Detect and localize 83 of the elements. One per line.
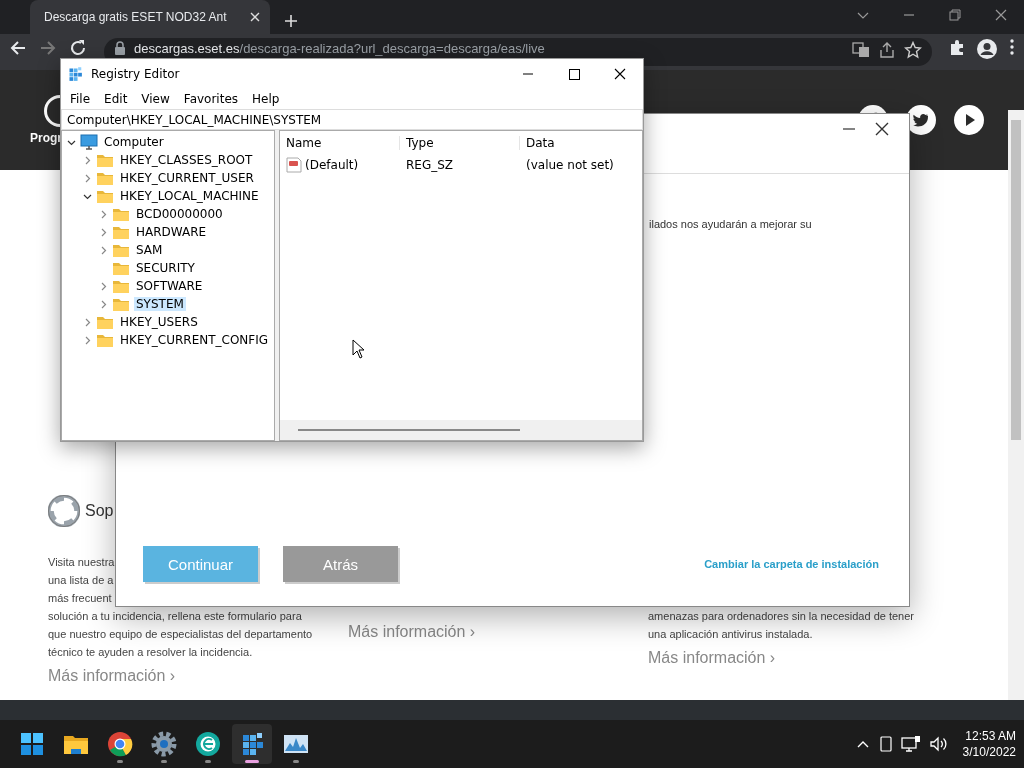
table-cell-text: REG_SZ bbox=[405, 158, 455, 172]
share-icon[interactable] bbox=[878, 41, 896, 59]
menu-item[interactable]: File bbox=[63, 92, 98, 106]
text-line: una aplicación antivirus instalada. bbox=[648, 627, 813, 642]
tree-item[interactable]: SYSTEM bbox=[134, 297, 186, 311]
tablet-icon[interactable] bbox=[878, 736, 893, 752]
scroll-thumb[interactable] bbox=[1011, 120, 1021, 440]
folder-icon bbox=[96, 314, 114, 330]
scroll-thumb[interactable] bbox=[298, 429, 520, 431]
text-line: que nuestro equipo de especialistas del departamento bbox=[48, 627, 313, 642]
text-line: una lista de a bbox=[48, 573, 114, 588]
address-field[interactable]: Computer\HKEY_LOCAL_MACHINE\SYSTEM bbox=[61, 109, 643, 130]
lifebuoy-icon bbox=[48, 495, 80, 527]
plus-icon[interactable] bbox=[284, 14, 298, 28]
menu-item[interactable]: Help bbox=[245, 92, 287, 106]
more-info-link[interactable]: Más información › bbox=[48, 667, 176, 685]
tree-item[interactable]: HKEY_LOCAL_MACHINE bbox=[118, 189, 261, 203]
tree-item[interactable]: HKEY_USERS bbox=[118, 315, 200, 329]
text-line: Visita nuestra bbox=[48, 555, 115, 570]
close-icon[interactable] bbox=[875, 122, 889, 136]
folder-icon bbox=[112, 224, 130, 240]
menu-item[interactable]: View bbox=[134, 92, 177, 106]
more-info-link[interactable]: Más información › bbox=[348, 623, 476, 641]
logo-text[interactable]: Progr bbox=[30, 131, 62, 145]
table-cell-text: (value not set) bbox=[525, 158, 615, 172]
mouse-cursor-icon bbox=[352, 339, 366, 359]
folder-icon bbox=[112, 296, 130, 312]
translate-icon[interactable] bbox=[852, 41, 870, 59]
tree-item[interactable]: Computer bbox=[102, 135, 166, 149]
column-header[interactable]: Data bbox=[520, 136, 642, 150]
folder-icon bbox=[112, 260, 130, 276]
tree-item[interactable]: SAM bbox=[134, 243, 165, 257]
folder-icon bbox=[112, 206, 130, 222]
string-value-icon bbox=[286, 157, 302, 173]
reload-icon[interactable] bbox=[68, 38, 88, 58]
tree-item[interactable]: HARDWARE bbox=[134, 225, 209, 239]
tree-item[interactable]: BCD00000000 bbox=[134, 207, 225, 221]
table-cell: (Default) bbox=[305, 158, 359, 172]
tree-item[interactable]: HKEY_CURRENT_USER bbox=[118, 171, 256, 185]
star-icon[interactable] bbox=[904, 41, 922, 59]
folder-icon bbox=[96, 170, 114, 186]
tree-item[interactable]: HKEY_CLASSES_ROOT bbox=[118, 153, 255, 167]
description-text: ilados nos ayudarán a mejorar su bbox=[649, 218, 813, 230]
volume-icon[interactable] bbox=[928, 735, 949, 753]
clock-date[interactable]: 3/10/2022 bbox=[962, 744, 1016, 760]
computer-icon bbox=[80, 134, 98, 150]
menu-icon[interactable] bbox=[1008, 38, 1016, 56]
text-line: solución a tu incidencia, rellena este formulario para bbox=[48, 609, 302, 624]
horizontal-scrollbar[interactable] bbox=[280, 420, 642, 440]
profile-icon[interactable] bbox=[976, 38, 998, 60]
column-header[interactable]: Name bbox=[280, 136, 400, 150]
folder-icon bbox=[96, 188, 114, 204]
gear-icon bbox=[151, 731, 177, 757]
browser-icon bbox=[107, 731, 133, 757]
menu-item[interactable]: Favorites bbox=[176, 92, 246, 106]
tree-item[interactable]: SOFTWARE bbox=[134, 279, 205, 293]
scrollbar[interactable] bbox=[1008, 110, 1024, 700]
section-heading: Sop bbox=[85, 502, 114, 520]
folder-icon bbox=[96, 332, 114, 348]
browser-tab[interactable]: Descarga gratis ESET NOD32 Ant bbox=[30, 0, 270, 34]
puzzle-icon[interactable] bbox=[948, 38, 966, 56]
folder-icon bbox=[112, 242, 130, 258]
folder-icon bbox=[112, 278, 130, 294]
more-info-link[interactable]: Más información › bbox=[648, 649, 776, 667]
start-icon bbox=[19, 731, 45, 757]
shield-e-icon bbox=[195, 731, 221, 757]
menu-item[interactable]: Edit bbox=[97, 92, 135, 106]
tree-item[interactable]: HKEY_CURRENT_CONFIG bbox=[118, 333, 271, 347]
text-line: más frecuent bbox=[48, 591, 112, 606]
url-path: /descarga-realizada?url_descarga=descarga/eas/live bbox=[239, 41, 545, 56]
tree-item[interactable]: SECURITY bbox=[134, 261, 197, 275]
text-line: técnico te ayuden a resolver la incidencia. bbox=[48, 645, 253, 660]
column-header[interactable]: Type bbox=[400, 136, 520, 150]
url-host: descargas.eset.es bbox=[134, 41, 240, 56]
network-icon[interactable] bbox=[900, 735, 921, 753]
lock-icon[interactable] bbox=[114, 41, 126, 55]
play-icon[interactable] bbox=[954, 105, 984, 135]
clock-time[interactable]: 12:53 AM bbox=[965, 728, 1016, 744]
cubes-icon bbox=[67, 66, 83, 82]
folder-icon bbox=[96, 152, 114, 168]
text-line: amenazas para ordenadores sin la necesidad de tener bbox=[648, 609, 914, 624]
taskbar-app[interactable] bbox=[232, 724, 272, 764]
window-title: Registry Editor bbox=[91, 67, 181, 81]
